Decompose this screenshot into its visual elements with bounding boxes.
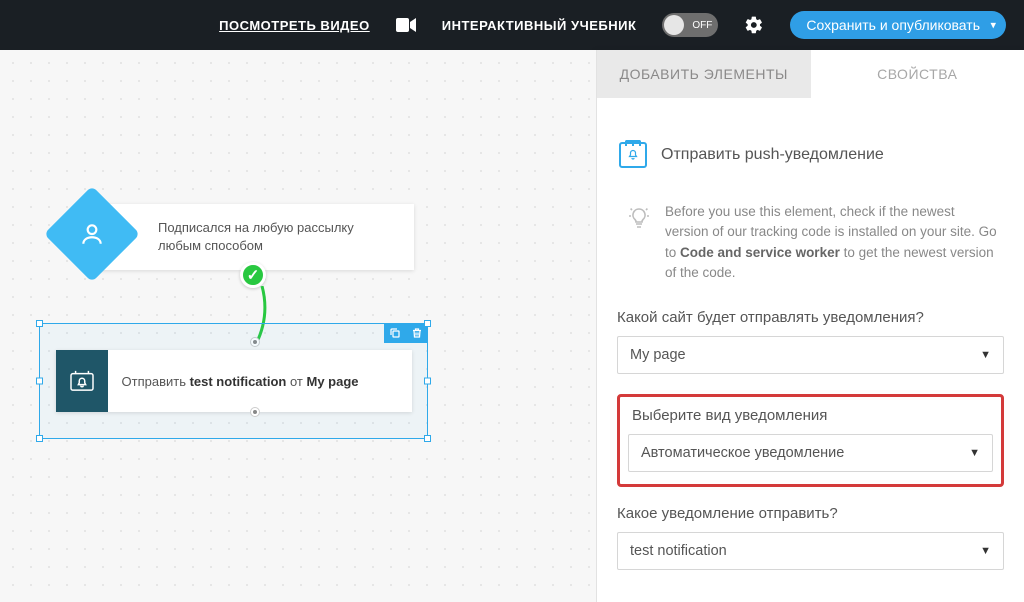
push-notification-icon bbox=[56, 350, 108, 412]
panel-title: Отправить push-уведомление bbox=[661, 146, 884, 164]
site-field-label: Какой сайт будет отправлять уведомления? bbox=[617, 309, 1004, 326]
site-field: Какой сайт будет отправлять уведомления?… bbox=[617, 309, 1004, 374]
watch-video-link[interactable]: ПОСМОТРЕТЬ ВИДЕО bbox=[219, 18, 370, 33]
action-node-selection[interactable]: Отправить test notification от My page bbox=[39, 323, 428, 439]
app-header: ПОСМОТРЕТЬ ВИДЕО ИНТЕРАКТИВНЫЙ УЧЕБНИК O… bbox=[0, 0, 1024, 50]
trigger-node-text: Подписался на любую рассылку любым спосо… bbox=[92, 219, 414, 254]
duplicate-icon[interactable] bbox=[384, 323, 406, 343]
chevron-down-icon: ▼ bbox=[980, 545, 991, 557]
selection-handle[interactable] bbox=[36, 435, 43, 442]
trigger-diamond-icon bbox=[44, 186, 140, 282]
selection-handle[interactable] bbox=[36, 378, 43, 385]
push-panel-icon bbox=[619, 142, 647, 168]
chevron-down-icon: ▼ bbox=[969, 447, 980, 459]
hint-box: Before you use this element, check if th… bbox=[617, 202, 1004, 309]
node-toolbar bbox=[384, 323, 428, 343]
connector-bottom-dot[interactable] bbox=[251, 408, 259, 416]
notification-type-highlight: Выберите вид уведомления Автоматическое … bbox=[617, 394, 1004, 487]
properties-sidebar: ДОБАВИТЬ ЭЛЕМЕНТЫ СВОЙСТВА Отправить pus… bbox=[596, 50, 1024, 602]
lightbulb-icon bbox=[627, 206, 651, 283]
tab-add-elements[interactable]: ДОБАВИТЬ ЭЛЕМЕНТЫ bbox=[597, 50, 811, 98]
trigger-node[interactable]: Подписался на любую рассылку любым спосо… bbox=[92, 204, 414, 270]
notification-field: Какое уведомление отправить? test notifi… bbox=[617, 505, 1004, 570]
selection-handle[interactable] bbox=[424, 435, 431, 442]
type-select-value: Автоматическое уведомление bbox=[641, 445, 844, 461]
notification-select[interactable]: test notification ▼ bbox=[617, 532, 1004, 570]
panel-heading: Отправить push-уведомление bbox=[619, 142, 1004, 168]
selection-handle[interactable] bbox=[424, 320, 431, 327]
toggle-state-text: OFF bbox=[692, 20, 712, 31]
tutorial-label: ИНТЕРАКТИВНЫЙ УЧЕБНИК bbox=[442, 18, 637, 33]
action-node[interactable]: Отправить test notification от My page bbox=[56, 350, 412, 412]
type-select[interactable]: Автоматическое уведомление ▼ bbox=[628, 434, 993, 472]
action-node-text: Отправить test notification от My page bbox=[108, 374, 359, 389]
selection-handle[interactable] bbox=[36, 320, 43, 327]
type-field-label: Выберите вид уведомления bbox=[632, 407, 993, 424]
sidebar-tabs: ДОБАВИТЬ ЭЛЕМЕНТЫ СВОЙСТВА bbox=[597, 50, 1024, 98]
toggle-knob bbox=[664, 15, 684, 35]
site-select[interactable]: My page ▼ bbox=[617, 336, 1004, 374]
hint-text: Before you use this element, check if th… bbox=[665, 202, 998, 283]
connector-check-icon: ✓ bbox=[240, 262, 266, 288]
selection-handle[interactable] bbox=[424, 378, 431, 385]
workspace: Подписался на любую рассылку любым спосо… bbox=[0, 50, 1024, 602]
tab-properties[interactable]: СВОЙСТВА bbox=[811, 50, 1024, 98]
flow-canvas[interactable]: Подписался на любую рассылку любым спосо… bbox=[0, 50, 596, 602]
panel-content: Отправить push-уведомление Before you us… bbox=[597, 98, 1024, 600]
site-select-value: My page bbox=[630, 347, 686, 363]
gear-icon[interactable] bbox=[744, 15, 764, 35]
chevron-down-icon: ▼ bbox=[980, 349, 991, 361]
camera-icon bbox=[396, 18, 416, 32]
notification-field-label: Какое уведомление отправить? bbox=[617, 505, 1004, 522]
save-publish-button[interactable]: Сохранить и опубликовать bbox=[790, 11, 1006, 39]
type-field: Выберите вид уведомления Автоматическое … bbox=[628, 407, 993, 472]
notification-select-value: test notification bbox=[630, 543, 727, 559]
tutorial-toggle[interactable]: OFF bbox=[662, 13, 718, 37]
